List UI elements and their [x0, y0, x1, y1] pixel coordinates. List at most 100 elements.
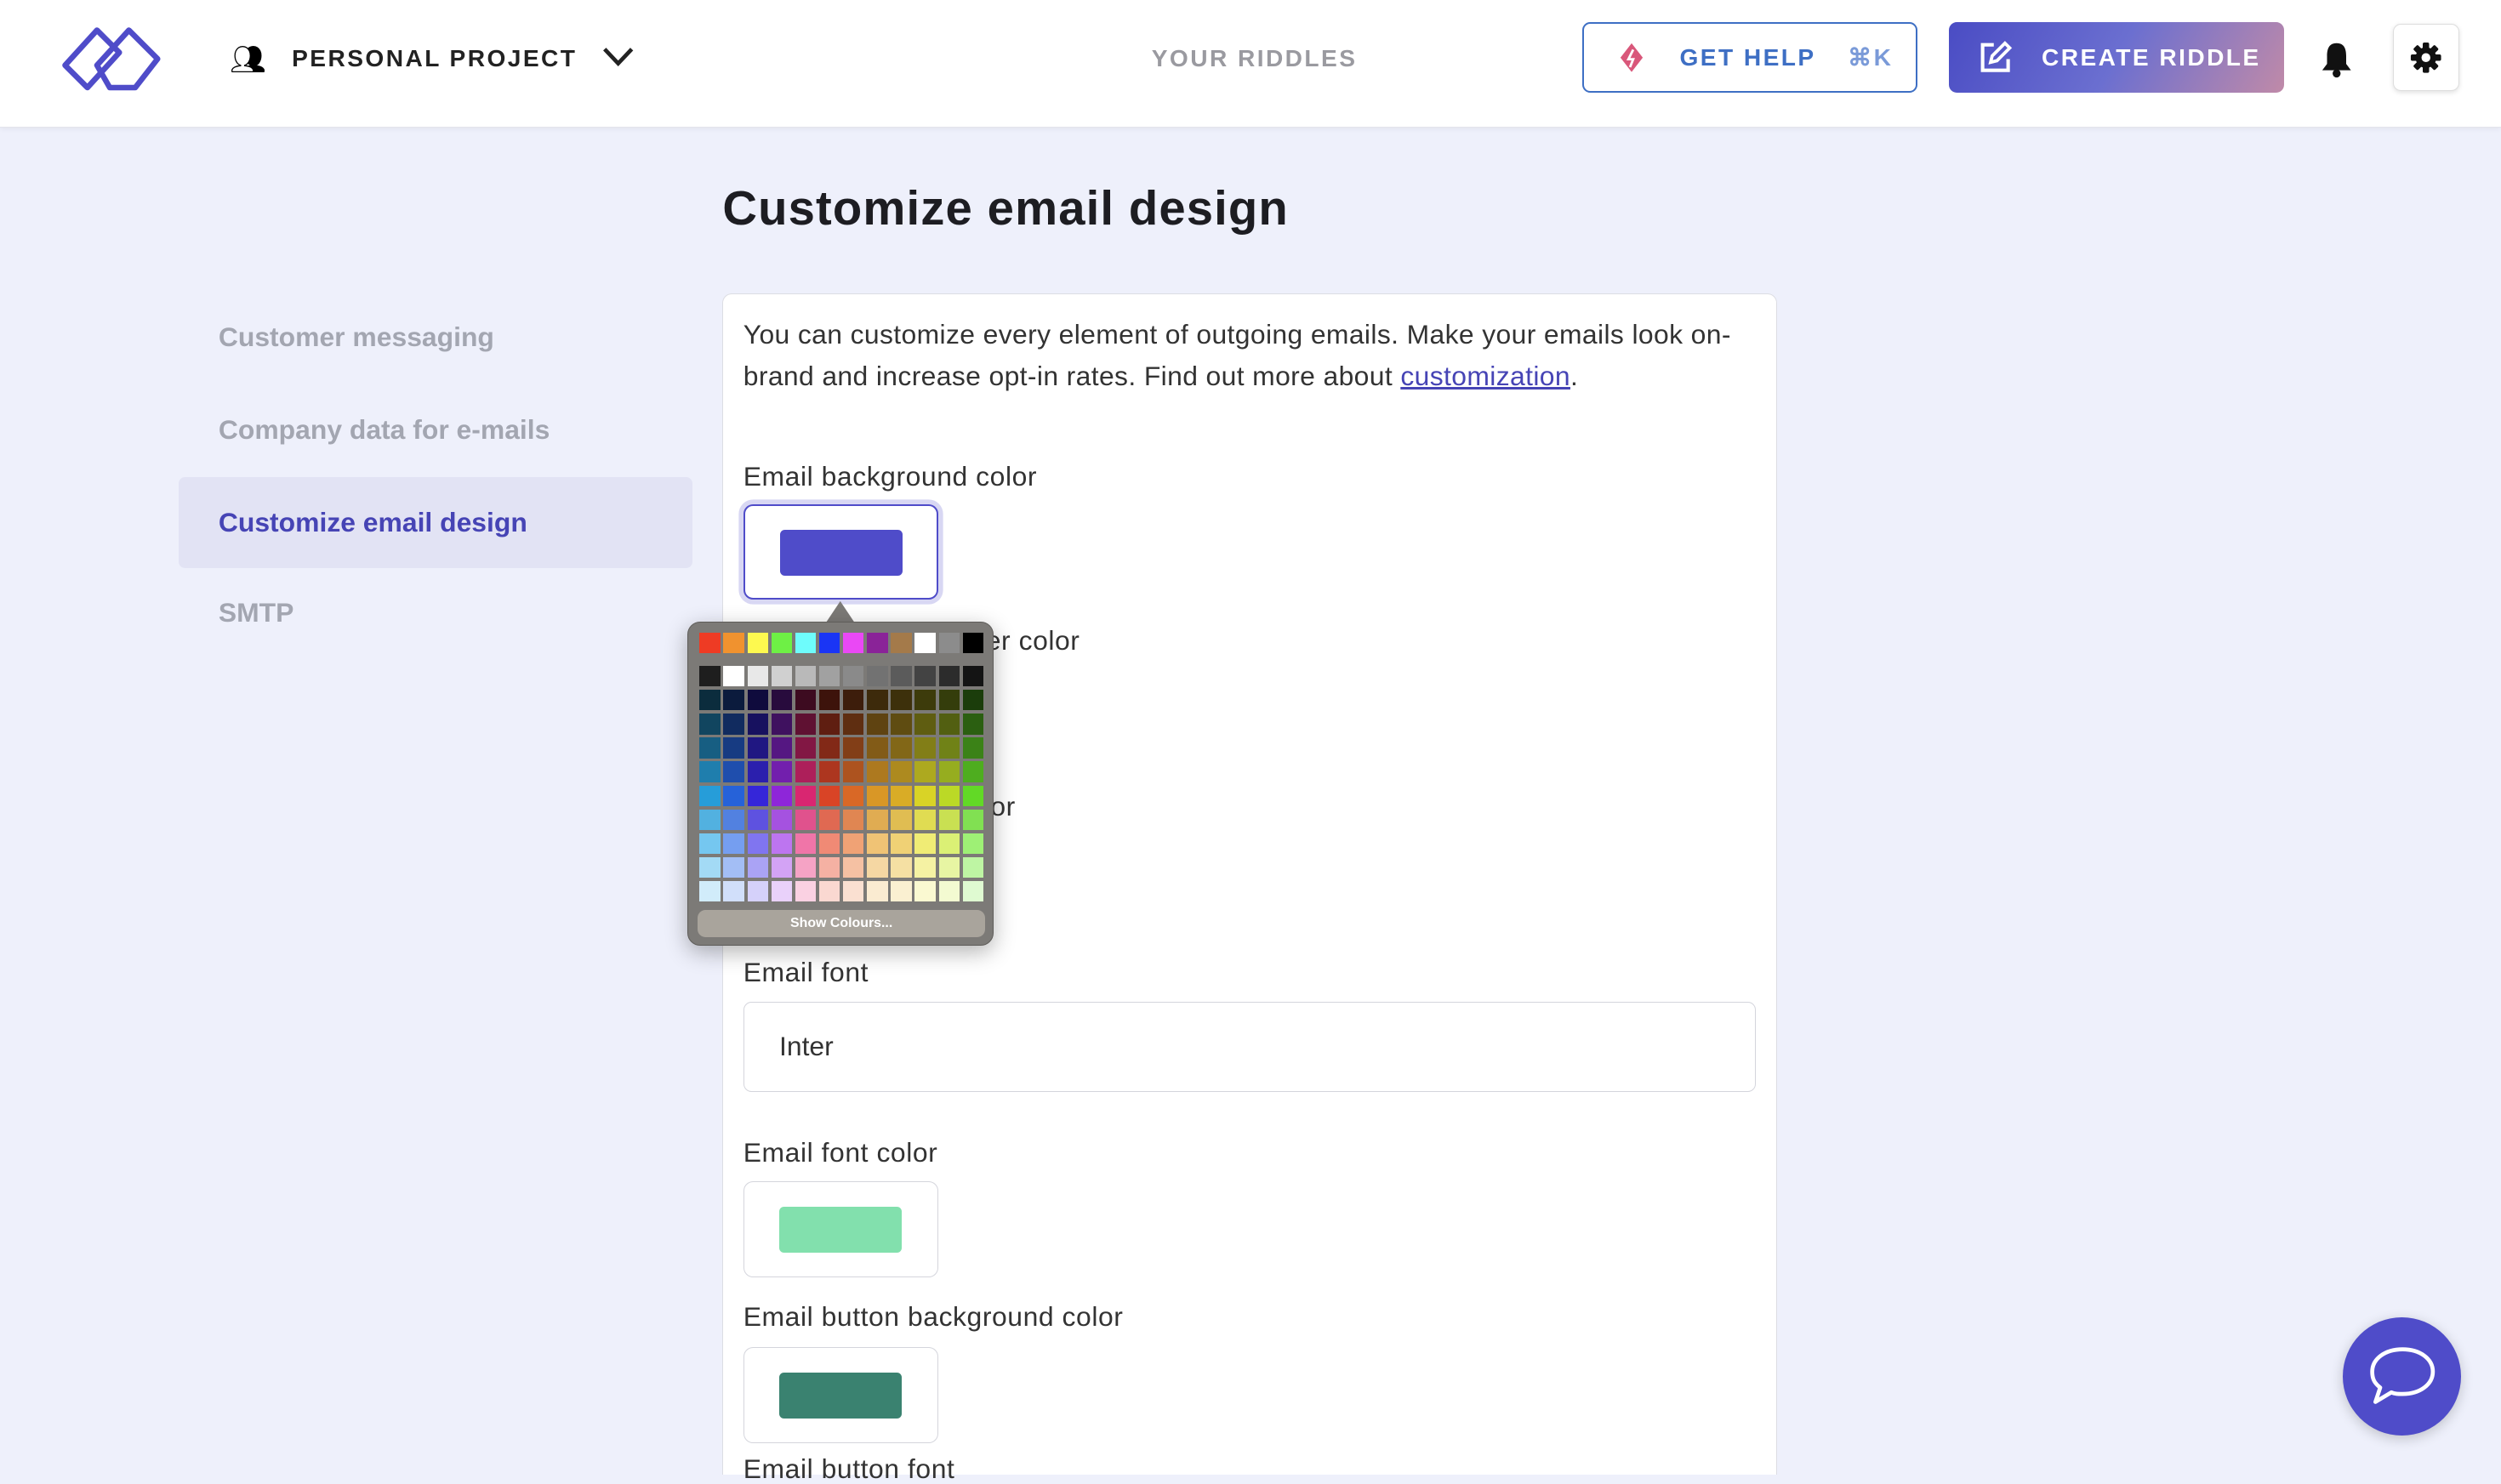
recent-color-swatch[interactable]: [771, 632, 792, 653]
recent-color-swatch[interactable]: [723, 632, 744, 653]
recent-color-swatch[interactable]: [867, 632, 888, 653]
palette-color-swatch[interactable]: [962, 833, 983, 855]
create-riddle-button[interactable]: CREATE RIDDLE: [1949, 22, 2284, 93]
chevron-down-icon[interactable]: [601, 46, 635, 68]
palette-color-swatch[interactable]: [699, 881, 721, 902]
palette-color-swatch[interactable]: [771, 761, 792, 782]
gray-swatch[interactable]: [818, 665, 840, 687]
palette-color-swatch[interactable]: [818, 809, 840, 830]
palette-color-swatch[interactable]: [795, 833, 817, 855]
palette-color-swatch[interactable]: [699, 761, 721, 782]
palette-color-swatch[interactable]: [938, 737, 960, 759]
button-bg-color-picker[interactable]: [743, 1347, 938, 1443]
sidebar-item-customer-messaging[interactable]: Customer messaging: [179, 292, 692, 383]
palette-color-swatch[interactable]: [962, 785, 983, 806]
palette-color-swatch[interactable]: [914, 881, 936, 902]
palette-color-swatch[interactable]: [938, 881, 960, 902]
palette-color-swatch[interactable]: [771, 737, 792, 759]
palette-color-swatch[interactable]: [723, 785, 744, 806]
palette-color-swatch[interactable]: [795, 856, 817, 878]
recent-color-swatch[interactable]: [795, 632, 817, 653]
palette-color-swatch[interactable]: [914, 833, 936, 855]
gray-swatch[interactable]: [962, 665, 983, 687]
font-color-picker[interactable]: [743, 1181, 938, 1277]
bell-icon[interactable]: [2321, 40, 2353, 78]
palette-color-swatch[interactable]: [914, 761, 936, 782]
palette-color-swatch[interactable]: [771, 714, 792, 735]
gray-swatch[interactable]: [938, 665, 960, 687]
palette-color-swatch[interactable]: [699, 833, 721, 855]
gray-swatch[interactable]: [747, 665, 768, 687]
palette-color-swatch[interactable]: [818, 856, 840, 878]
palette-color-swatch[interactable]: [747, 785, 768, 806]
palette-color-swatch[interactable]: [843, 714, 864, 735]
palette-color-swatch[interactable]: [938, 785, 960, 806]
palette-color-swatch[interactable]: [962, 690, 983, 711]
logo-icon[interactable]: [59, 24, 164, 94]
gray-swatch[interactable]: [914, 665, 936, 687]
recent-color-swatch[interactable]: [843, 632, 864, 653]
palette-color-swatch[interactable]: [891, 761, 912, 782]
customization-link[interactable]: customization: [1400, 361, 1570, 391]
gray-swatch[interactable]: [891, 665, 912, 687]
palette-color-swatch[interactable]: [891, 856, 912, 878]
palette-color-swatch[interactable]: [867, 690, 888, 711]
palette-color-swatch[interactable]: [962, 737, 983, 759]
sidebar-item-customize-email-design[interactable]: Customize email design: [179, 476, 692, 568]
palette-color-swatch[interactable]: [843, 856, 864, 878]
palette-color-swatch[interactable]: [723, 881, 744, 902]
palette-color-swatch[interactable]: [867, 785, 888, 806]
palette-color-swatch[interactable]: [914, 785, 936, 806]
recent-color-swatch[interactable]: [747, 632, 768, 653]
palette-color-swatch[interactable]: [818, 881, 840, 902]
palette-color-swatch[interactable]: [771, 785, 792, 806]
palette-color-swatch[interactable]: [938, 761, 960, 782]
palette-color-swatch[interactable]: [962, 809, 983, 830]
palette-color-swatch[interactable]: [723, 714, 744, 735]
gray-swatch[interactable]: [867, 665, 888, 687]
palette-color-swatch[interactable]: [818, 690, 840, 711]
sidebar-item-company-data[interactable]: Company data for e-mails: [179, 384, 692, 475]
palette-color-swatch[interactable]: [843, 761, 864, 782]
palette-color-swatch[interactable]: [747, 856, 768, 878]
palette-color-swatch[interactable]: [914, 809, 936, 830]
palette-color-swatch[interactable]: [891, 690, 912, 711]
palette-color-swatch[interactable]: [938, 690, 960, 711]
recent-color-swatch[interactable]: [962, 632, 983, 653]
gray-swatch[interactable]: [723, 665, 744, 687]
chat-button[interactable]: [2343, 1316, 2462, 1436]
gray-swatch[interactable]: [795, 665, 817, 687]
palette-color-swatch[interactable]: [867, 809, 888, 830]
palette-color-swatch[interactable]: [699, 714, 721, 735]
palette-color-swatch[interactable]: [795, 690, 817, 711]
nav-your-riddles[interactable]: YOUR RIDDLES: [1152, 45, 1358, 72]
palette-color-swatch[interactable]: [843, 833, 864, 855]
palette-color-swatch[interactable]: [747, 881, 768, 902]
palette-color-swatch[interactable]: [795, 714, 817, 735]
palette-color-swatch[interactable]: [843, 881, 864, 902]
palette-color-swatch[interactable]: [818, 737, 840, 759]
bg-color-picker[interactable]: [743, 503, 938, 600]
palette-color-swatch[interactable]: [747, 690, 768, 711]
palette-color-swatch[interactable]: [723, 809, 744, 830]
sidebar-item-smtp[interactable]: SMTP: [179, 568, 692, 659]
palette-color-swatch[interactable]: [914, 737, 936, 759]
recent-color-swatch[interactable]: [699, 632, 721, 653]
palette-color-swatch[interactable]: [699, 785, 721, 806]
palette-color-swatch[interactable]: [962, 761, 983, 782]
palette-color-swatch[interactable]: [938, 714, 960, 735]
font-input[interactable]: Inter: [743, 1001, 1757, 1093]
gray-swatch[interactable]: [699, 665, 721, 687]
show-colours-button[interactable]: Show Colours...: [698, 909, 985, 937]
palette-color-swatch[interactable]: [795, 785, 817, 806]
project-selector[interactable]: PERSONAL PROJECT: [292, 45, 577, 72]
palette-color-swatch[interactable]: [843, 809, 864, 830]
palette-color-swatch[interactable]: [891, 809, 912, 830]
get-help-button[interactable]: GET HELP ⌘K: [1582, 22, 1917, 93]
palette-color-swatch[interactable]: [771, 809, 792, 830]
recent-color-swatch[interactable]: [938, 632, 960, 653]
palette-color-swatch[interactable]: [891, 833, 912, 855]
palette-color-swatch[interactable]: [723, 833, 744, 855]
palette-color-swatch[interactable]: [891, 714, 912, 735]
palette-color-swatch[interactable]: [818, 833, 840, 855]
